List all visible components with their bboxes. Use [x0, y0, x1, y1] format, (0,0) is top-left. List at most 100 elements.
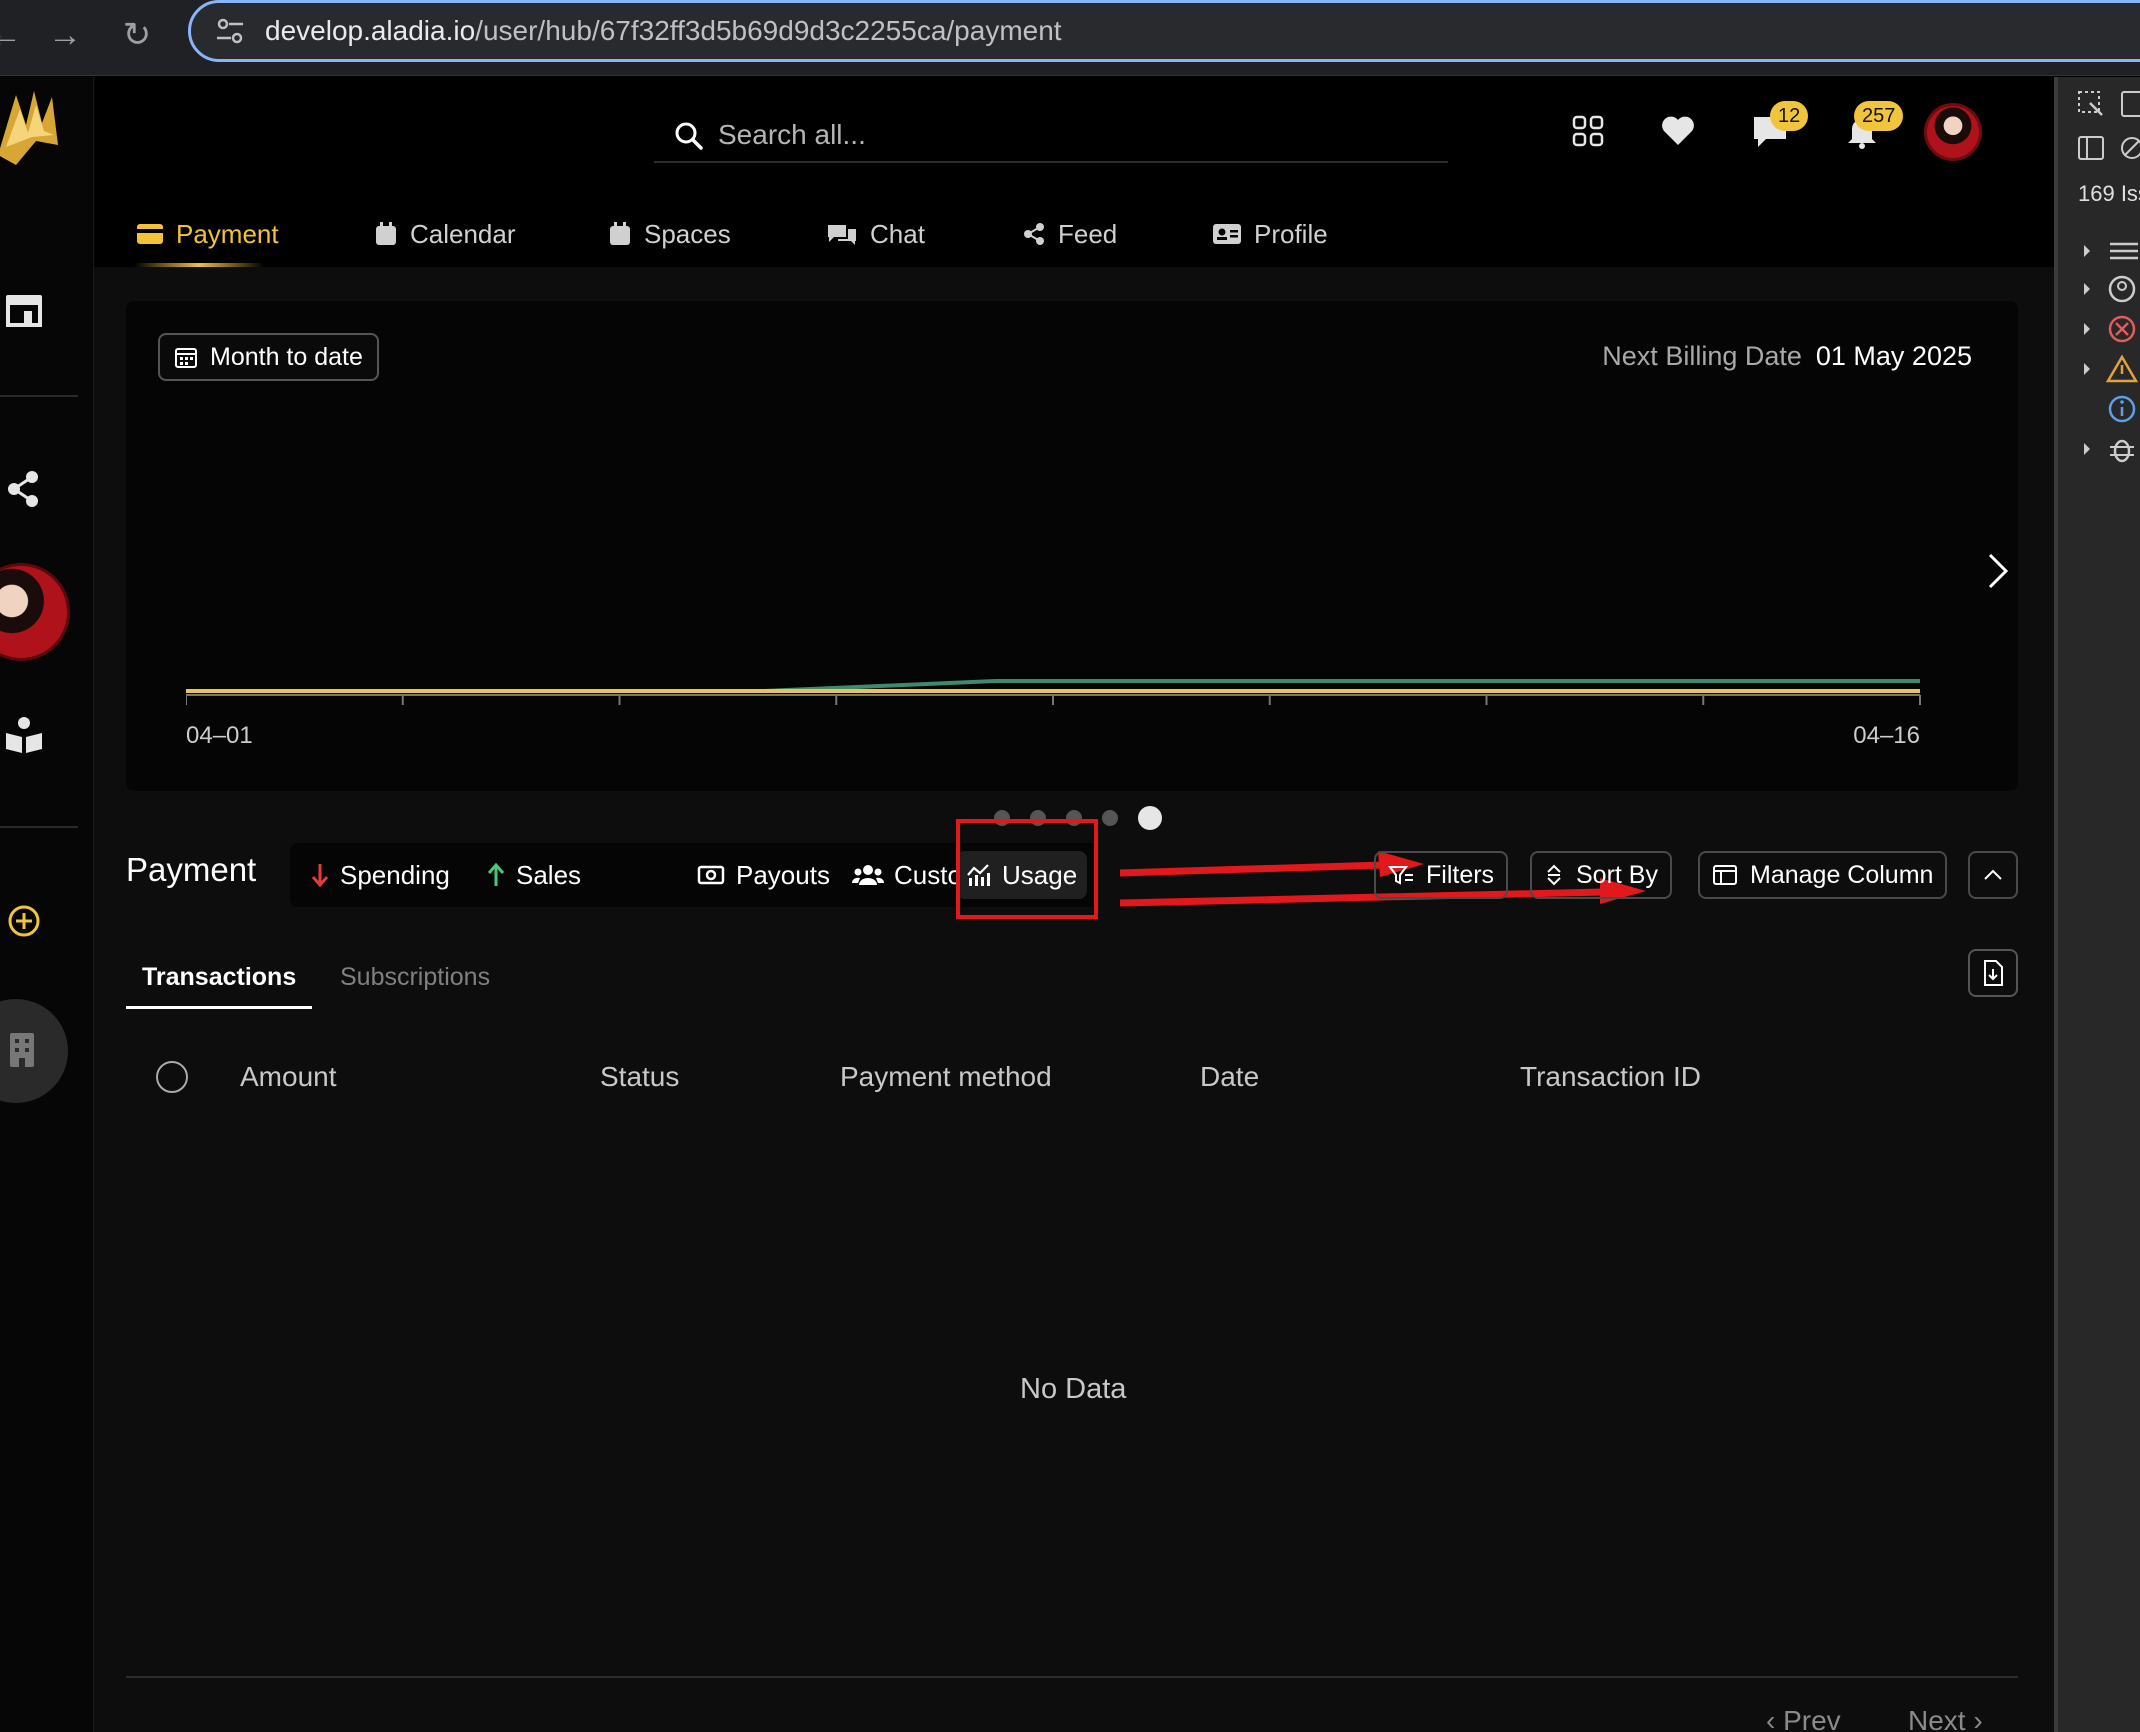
x-tick-label: 04–01	[186, 722, 253, 749]
info-icon[interactable]	[2082, 393, 2140, 425]
search-icon	[675, 122, 703, 150]
id-card-icon	[1213, 224, 1241, 244]
next-billing-label: Next Billing Date	[1602, 341, 1802, 371]
select-all-checkbox[interactable]	[156, 1061, 188, 1093]
usage-highlight-annotation	[956, 819, 1098, 919]
top-header: Search all... 12 257 Payment Calendar Sp…	[94, 77, 2054, 267]
tab-profile[interactable]: Profile	[1212, 201, 1328, 267]
month-to-date-label: Month to date	[210, 342, 363, 371]
messages-list-icon[interactable]	[2082, 235, 2140, 267]
empty-state: No Data	[1020, 1373, 1127, 1405]
user-avatar[interactable]	[1924, 103, 1982, 161]
calendar-icon	[175, 348, 197, 368]
manage-column-label: Manage Column	[1750, 860, 1934, 889]
column-amount[interactable]: Amount	[240, 1061, 337, 1093]
chat-bubbles-icon	[828, 225, 856, 245]
warnings-icon[interactable]	[2082, 353, 2140, 385]
main-content: Search all... 12 257 Payment Calendar Sp…	[94, 77, 2054, 1732]
tab-label: Profile	[1254, 218, 1328, 249]
arrow-down-icon	[311, 864, 329, 888]
clear-console-icon[interactable]	[2118, 133, 2140, 163]
subtab-subscriptions[interactable]: Subscriptions	[340, 949, 490, 1009]
tab-label: Spaces	[644, 218, 731, 249]
column-status[interactable]: Status	[600, 1061, 679, 1093]
share-nodes-icon	[1024, 223, 1044, 245]
apps-grid-icon[interactable]	[1568, 111, 1608, 151]
heart-icon[interactable]	[1658, 111, 1698, 151]
store-icon[interactable]	[2, 287, 46, 331]
search-bar[interactable]: Search all...	[654, 107, 1448, 163]
filters-button[interactable]: Filters	[1374, 851, 1509, 899]
segment-sales[interactable]: Sales	[476, 851, 591, 899]
segment-payouts[interactable]: Payouts	[686, 851, 840, 899]
address-bar[interactable]: develop.aladia.io/user/hub/67f32ff3d5b69…	[188, 0, 2140, 62]
tab-payment[interactable]: Payment	[136, 201, 279, 267]
prev-page-button[interactable]: ‹ Prev	[1766, 1705, 1841, 1732]
sidebar-divider	[0, 826, 78, 828]
verbose-bug-icon[interactable]	[2082, 433, 2140, 465]
aladia-logo[interactable]	[0, 85, 62, 175]
sidebar-toggle-icon[interactable]	[2076, 133, 2106, 163]
device-toolbar-icon[interactable]	[2118, 89, 2140, 119]
export-button[interactable]	[1968, 949, 2018, 997]
manage-column-button[interactable]: Manage Column	[1698, 851, 1948, 899]
notifications-badge: 257	[1854, 101, 1904, 131]
back-icon[interactable]: ←	[0, 10, 30, 60]
collapse-button[interactable]	[1968, 851, 2018, 899]
search-placeholder: Search all...	[718, 119, 866, 150]
tab-label: Payment	[176, 218, 279, 249]
carousel-dot[interactable]	[1138, 806, 1162, 830]
chevron-right-icon[interactable]	[1978, 541, 2018, 601]
table-header: Amount Status Payment method Date Transa…	[126, 1039, 2018, 1119]
tab-chat[interactable]: Chat	[826, 201, 925, 267]
profile-avatar[interactable]	[0, 563, 70, 661]
segment-label: Payouts	[736, 859, 830, 890]
browser-toolbar: ← → ↻ develop.aladia.io/user/hub/67f32ff…	[0, 0, 2140, 76]
reload-icon[interactable]: ↻	[112, 10, 162, 60]
site-settings-icon[interactable]	[213, 14, 247, 48]
inspect-element-icon[interactable]	[2076, 89, 2106, 119]
sort-icon	[1547, 864, 1561, 886]
forward-icon[interactable]: →	[40, 10, 90, 60]
month-to-date-button[interactable]: Month to date	[158, 333, 379, 381]
user-messages-icon[interactable]	[2082, 273, 2140, 305]
users-icon	[852, 865, 884, 885]
spaces-icon	[610, 222, 630, 245]
carousel-dot[interactable]	[1102, 810, 1118, 826]
calendar-icon	[376, 222, 396, 245]
column-date[interactable]: Date	[1200, 1061, 1259, 1093]
segment-spending[interactable]: Spending	[300, 851, 460, 899]
next-page-button[interactable]: Next ›	[1908, 1705, 1983, 1732]
file-download-icon	[1984, 960, 2003, 986]
filters-label: Filters	[1426, 860, 1495, 889]
tab-label: Feed	[1058, 218, 1118, 249]
columns-icon	[1713, 865, 1737, 885]
chevron-up-icon	[1984, 869, 2002, 880]
share-icon[interactable]	[2, 467, 46, 511]
tab-calendar[interactable]: Calendar	[374, 201, 516, 267]
column-transaction-id[interactable]: Transaction ID	[1520, 1061, 1701, 1093]
active-tab-indicator	[134, 263, 264, 267]
usage-line-chart: 04–01 04–16	[186, 679, 1921, 749]
arrow-up-icon	[487, 862, 505, 886]
tab-feed[interactable]: Feed	[1022, 201, 1117, 267]
x-tick-label: 04–16	[1853, 722, 1920, 749]
subtab-transactions[interactable]: Transactions	[126, 949, 313, 1009]
sort-by-button[interactable]: Sort By	[1530, 851, 1672, 899]
usage-chart-panel: Month to date Next Billing Date 01 May 20…	[126, 301, 2018, 791]
tab-label: Chat	[870, 218, 925, 249]
add-circle-icon[interactable]	[2, 899, 46, 943]
payment-title: Payment	[126, 851, 257, 888]
segment-label: Sales	[516, 859, 582, 890]
column-payment-method[interactable]: Payment method	[840, 1061, 1052, 1093]
book-reader-icon[interactable]	[2, 713, 46, 757]
segment-label: Spending	[340, 859, 450, 890]
filter-icon	[1388, 866, 1413, 885]
organization-button[interactable]	[0, 999, 68, 1103]
sort-by-label: Sort By	[1576, 860, 1658, 889]
tab-label: Calendar	[410, 218, 516, 249]
left-sidebar	[0, 77, 94, 1732]
errors-icon[interactable]	[2082, 313, 2140, 345]
url-text: develop.aladia.io/user/hub/67f32ff3d5b69…	[265, 15, 1062, 46]
tab-spaces[interactable]: Spaces	[608, 201, 731, 267]
